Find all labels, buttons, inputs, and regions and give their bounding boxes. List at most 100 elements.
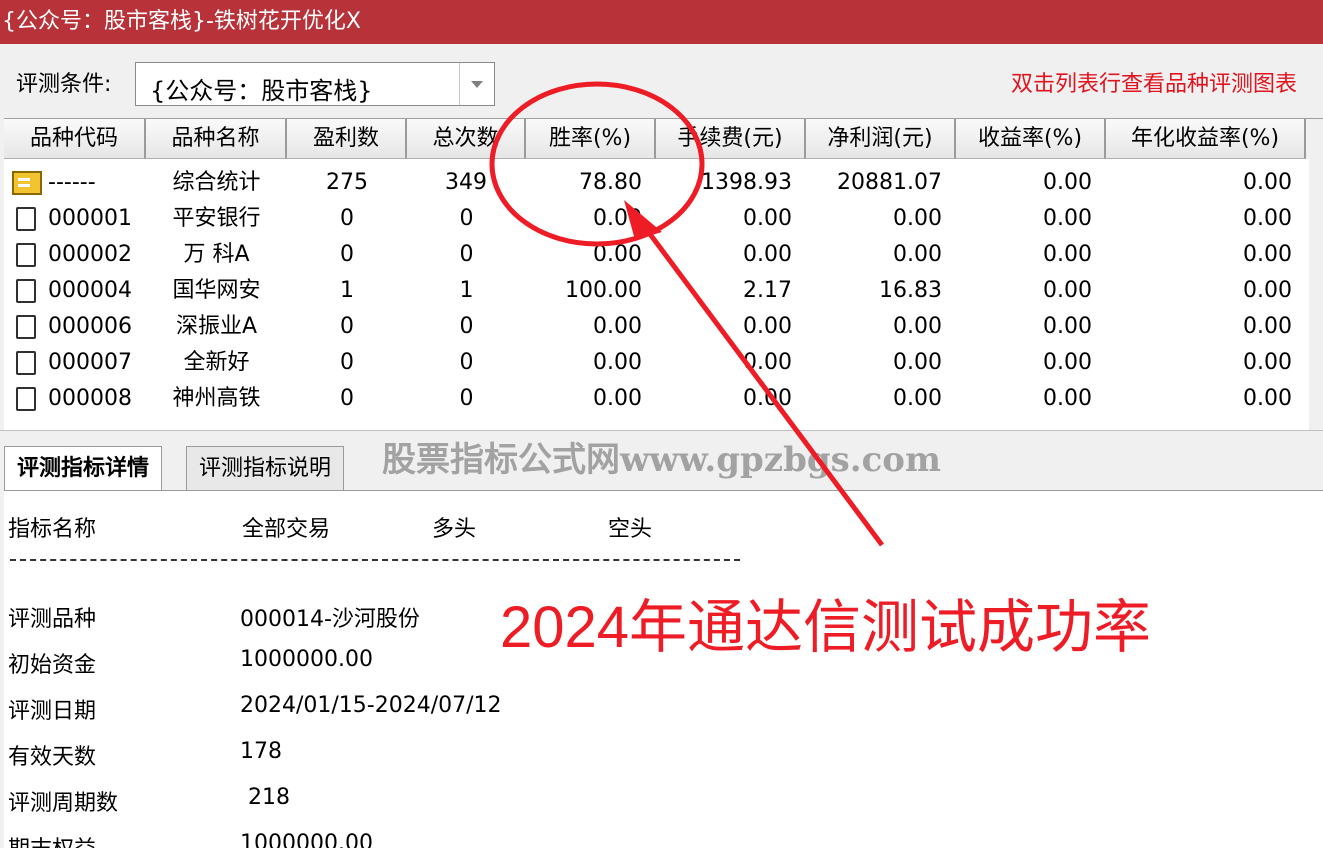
document-icon: [16, 315, 36, 339]
cell-annual: 0.00: [1243, 386, 1292, 411]
cell-return: 0.00: [1043, 206, 1092, 231]
cell-fee: 2.17: [743, 278, 792, 303]
cell-winrate: 78.80: [579, 170, 642, 195]
detail-label: 评测周期数: [8, 791, 119, 816]
col-header-name[interactable]: 品种名称: [146, 119, 287, 159]
col-header-annual[interactable]: 年化收益率(%): [1106, 119, 1306, 159]
col-header-profit[interactable]: 净利润(元): [806, 119, 956, 159]
cell-winrate: 0.00: [593, 386, 642, 411]
cell-wins: 275: [326, 170, 368, 195]
document-icon: [16, 243, 36, 267]
separator-line: [10, 559, 740, 561]
cell-winrate: 0.00: [593, 350, 642, 375]
cell-fee: 0.00: [743, 386, 792, 411]
cell-fee: 0.00: [743, 206, 792, 231]
toolbar: 评测条件: {公众号：股市客栈} 双击列表行查看品种评测图表: [0, 44, 1323, 118]
cell-total: 0: [459, 206, 474, 231]
cell-annual: 0.00: [1243, 242, 1292, 267]
detail-label: 期末权益: [8, 831, 96, 848]
cell-name: 万 科A: [183, 242, 250, 267]
col-header-fee[interactable]: 手续费(元): [656, 119, 806, 159]
col-header-winrate[interactable]: 胜率(%): [526, 119, 656, 159]
cell-total: 0: [459, 386, 474, 411]
cell-return: 0.00: [1043, 170, 1092, 195]
tab-indicator-details[interactable]: 评测指标详情: [4, 446, 163, 490]
cell-code: ------: [48, 170, 96, 195]
document-icon: [16, 387, 36, 411]
table-row[interactable]: 000007 全新好 0 0 0.00 0.00 0.00 0.00 0.00: [4, 345, 1323, 381]
cell-total: 0: [459, 350, 474, 375]
condition-select[interactable]: {公众号：股市客栈}: [135, 62, 495, 106]
cell-total: 0: [459, 242, 474, 267]
detail-value: 1000000.00: [240, 647, 373, 672]
table-row[interactable]: 000006 深振业A 0 0 0.00 0.00 0.00 0.00 0.00: [4, 309, 1323, 345]
cell-wins: 0: [340, 242, 354, 267]
table-row[interactable]: 000004 国华网安 1 1 100.00 2.17 16.83 0.00 0…: [4, 273, 1323, 309]
cell-wins: 0: [340, 314, 354, 339]
cell-profit: 0.00: [893, 314, 942, 339]
cell-total: 0: [459, 314, 474, 339]
cell-profit: 0.00: [893, 350, 942, 375]
cell-winrate: 0.00: [593, 206, 642, 231]
detail-label: 初始资金: [8, 653, 97, 678]
detail-value: 000014-沙河股份: [240, 607, 420, 632]
detail-label: 有效天数: [8, 745, 97, 770]
table-scrollbar[interactable]: [1309, 159, 1323, 431]
detail-value: 2024/01/15-2024/07/12: [240, 693, 502, 718]
detail-panel: 指标名称 全部交易 多头 空头 评测品种 000014-沙河股份 初始资金 10…: [4, 490, 1323, 848]
table-row[interactable]: 000008 神州高铁 0 0 0.00 0.00 0.00 0.00 0.00: [4, 381, 1323, 417]
table-header: 品种代码 品种名称 盈利数 总次数 胜率(%) 手续费(元) 净利润(元) 收益…: [4, 119, 1323, 159]
detail-value: 178: [240, 739, 282, 764]
detail-header-indicator: 指标名称: [8, 517, 97, 542]
window-title: {公众号：股市客栈}-铁树花开优化X: [2, 9, 362, 34]
cell-fee: 1398.93: [701, 170, 792, 195]
col-header-wins[interactable]: 盈利数: [287, 119, 407, 159]
cell-return: 0.00: [1043, 314, 1092, 339]
table-row[interactable]: 000002 万 科A 0 0 0.00 0.00 0.00 0.00 0.00: [4, 237, 1323, 273]
cell-profit: 20881.07: [837, 170, 942, 195]
cell-name: 平安银行: [172, 206, 261, 231]
table-row[interactable]: 000001 平安银行 0 0 0.00 0.00 0.00 0.00 0.00: [4, 201, 1323, 237]
cell-wins: 0: [340, 206, 354, 231]
table-row-summary[interactable]: ------ 综合统计 275 349 78.80 1398.93 20881.…: [4, 165, 1323, 201]
title-bar: {公众号：股市客栈}-铁树花开优化X: [0, 0, 1323, 44]
cell-profit: 0.00: [893, 242, 942, 267]
cell-name: 全新好: [183, 350, 250, 375]
cell-fee: 0.00: [743, 314, 792, 339]
cell-winrate: 0.00: [593, 242, 642, 267]
chevron-down-icon: [471, 81, 483, 88]
cell-wins: 0: [340, 350, 354, 375]
cell-winrate: 100.00: [565, 278, 642, 303]
cell-annual: 0.00: [1243, 278, 1292, 303]
results-table[interactable]: 品种代码 品种名称 盈利数 总次数 胜率(%) 手续费(元) 净利润(元) 收益…: [4, 118, 1323, 431]
cell-name: 综合统计: [172, 170, 261, 195]
cell-winrate: 0.00: [593, 314, 642, 339]
col-header-code[interactable]: 品种代码: [4, 119, 146, 159]
condition-dropdown-button[interactable]: [459, 63, 494, 105]
cell-return: 0.00: [1043, 278, 1092, 303]
detail-header-long: 多头: [432, 517, 477, 542]
document-icon: [16, 207, 36, 231]
cell-annual: 0.00: [1243, 170, 1292, 195]
detail-value: 1000000.00: [240, 831, 373, 848]
cell-code: 000007: [48, 350, 132, 375]
cell-return: 0.00: [1043, 242, 1092, 267]
cell-return: 0.00: [1043, 386, 1092, 411]
cell-wins: 0: [340, 386, 354, 411]
tab-indicator-description[interactable]: 评测指标说明: [186, 446, 345, 490]
cell-total: 349: [445, 170, 487, 195]
cell-fee: 0.00: [743, 242, 792, 267]
cell-profit: 0.00: [893, 206, 942, 231]
document-icon: [16, 351, 36, 375]
detail-label: 评测品种: [8, 607, 97, 632]
folder-icon: [12, 171, 42, 195]
watermark-text: 股票指标公式网www.gpzbgs.com: [382, 440, 941, 480]
cell-wins: 1: [340, 278, 354, 303]
cell-name: 神州高铁: [172, 386, 261, 411]
col-header-return[interactable]: 收益率(%): [956, 119, 1106, 159]
cell-code: 000008: [48, 386, 132, 411]
cell-code: 000004: [48, 278, 132, 303]
cell-code: 000001: [48, 206, 132, 231]
cell-name: 国华网安: [172, 278, 261, 303]
col-header-total[interactable]: 总次数: [407, 119, 526, 159]
